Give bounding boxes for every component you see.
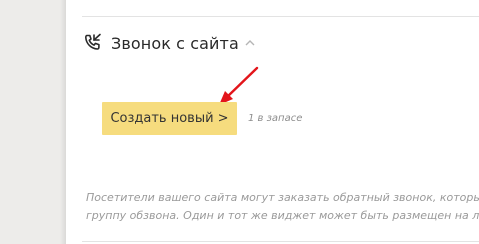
description-line-2: группу обзвона. Один и тот же виджет мож… (86, 209, 479, 222)
widget-description: Посетители вашего сайта могут заказать о… (86, 189, 479, 225)
create-new-button[interactable]: Создать новый > (102, 102, 237, 135)
phone-callback-icon (83, 33, 103, 53)
top-divider (82, 16, 479, 17)
bottom-divider (82, 241, 479, 242)
chevron-up-icon[interactable] (245, 39, 255, 47)
section-header[interactable]: Звонок с сайта (83, 30, 255, 56)
section-title: Звонок с сайта (111, 33, 239, 53)
stock-count-note: 1 в запасе (248, 113, 303, 124)
description-line-1: Посетители вашего сайта могут заказать о… (86, 191, 479, 204)
left-gutter (0, 0, 66, 244)
